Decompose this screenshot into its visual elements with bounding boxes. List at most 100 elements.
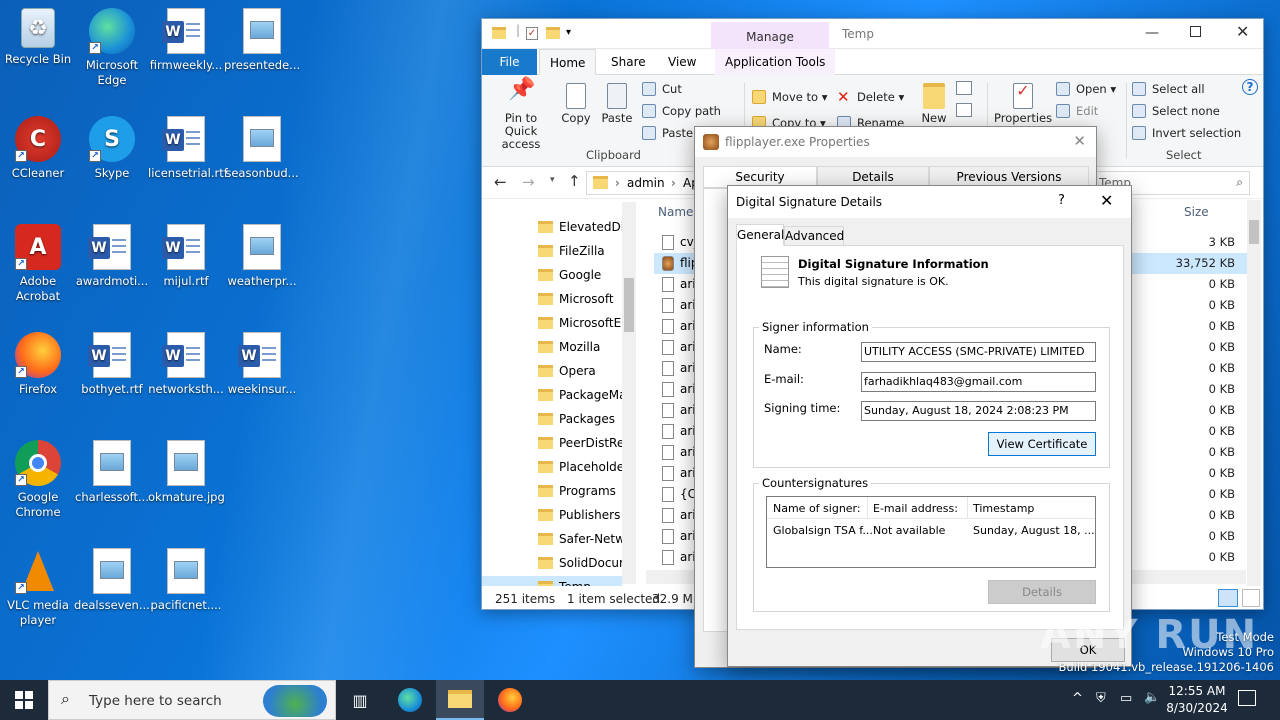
file-list-scrollbar[interactable] [1247,200,1261,586]
desktop-icon-weekinsur[interactable]: W weekinsur... [224,332,300,397]
col-email[interactable]: E-mail address: [873,502,958,515]
column-header-name[interactable]: Name [658,205,693,219]
desktop-icon-networksth[interactable]: W networksth... [148,332,224,397]
tab-view[interactable]: View [658,49,706,75]
qat-dropdown-icon[interactable]: ▾ [566,27,571,38]
close-icon[interactable]: ✕ [1100,191,1113,210]
tab-file[interactable]: File [482,49,537,75]
col-timestamp[interactable]: Timestamp [973,502,1034,515]
taskbar-file-explorer[interactable] [436,680,484,720]
copy-path-button[interactable]: Copy path [642,103,721,119]
tree-scrollbar[interactable] [622,202,636,584]
large-icons-view-icon[interactable] [1242,589,1260,607]
manage-context-tab[interactable]: Manage [711,22,829,49]
col-signer-name[interactable]: Name of signer: [773,502,861,515]
select-none-button[interactable]: Select none [1132,103,1220,119]
tree-item[interactable]: Opera [538,360,622,382]
signing-time-field[interactable]: Sunday, August 18, 2024 2:08:23 PM [861,401,1096,421]
tree-item[interactable]: ElevatedDia [538,216,622,238]
signer-email-field[interactable]: farhadikhlaq483@gmail.com [861,372,1096,392]
tab-home[interactable]: Home [539,49,596,75]
taskbar-search[interactable]: ⌕ Type here to search [48,680,336,720]
details-view-icon[interactable] [1218,589,1238,607]
close-icon[interactable]: ✕ [1236,22,1249,41]
tree-item[interactable]: Temp [482,576,622,586]
table-row[interactable]: Globalsign TSA f... Not available Sunday… [767,521,1095,541]
task-view-button[interactable]: ▥ [336,680,384,720]
desktop-icon-ccleaner[interactable]: C ↗ CCleaner [0,116,76,181]
tree-item[interactable]: PeerDistRep [538,432,622,454]
security-icon[interactable]: ⛨ [1096,691,1106,706]
paste-button[interactable]: Paste [600,83,634,125]
tree-item[interactable]: Safer-Netwo [538,528,622,550]
desktop-icon-awardmoti[interactable]: W awardmoti... [74,224,150,289]
desktop-icon-weatherpr[interactable]: weatherpr... [224,224,300,289]
tree-item[interactable]: FileZilla [538,240,622,262]
minimize-icon[interactable]: — [1145,25,1159,41]
tree-item[interactable]: Microsoft [538,288,622,310]
taskbar-search-input[interactable]: Type here to search [89,693,222,709]
volume-icon[interactable]: 🔈 [1144,690,1160,705]
help-button[interactable]: ? [1058,193,1065,208]
signer-name-field[interactable]: UTILITY ACCESS (SMC-PRIVATE) LIMITED [861,342,1096,362]
start-button[interactable] [0,680,48,720]
tree-item[interactable]: MicrosoftEc [538,312,622,334]
help-icon[interactable]: ? [1242,79,1258,95]
desktop-icon-acrobat[interactable]: A ↗ Adobe Acrobat [0,224,76,304]
chevron-up-icon[interactable]: ^ [1072,691,1083,706]
desktop-icon-seasonbud[interactable]: seasonbud... [224,116,300,181]
tree-item[interactable]: Publishers [538,504,622,526]
desktop-icon-edge[interactable]: ↗ Microsoft Edge [74,8,150,88]
tree-item[interactable]: PackageMa [538,384,622,406]
desktop-icon-firefox[interactable]: ↗ Firefox [0,332,76,397]
desktop-icon-chrome[interactable]: ↗ Google Chrome [0,440,76,520]
desktop-icon-bothyet[interactable]: W bothyet.rtf [74,332,150,397]
tree-item[interactable]: Placeholder [538,456,622,478]
new-folder-qat-icon[interactable] [546,27,560,39]
tree-item[interactable]: Packages [538,408,622,430]
tree-item[interactable]: Google [538,264,622,286]
tab-general[interactable]: General [736,224,784,246]
desktop-icon-firmweekly[interactable]: W firmweekly... [148,8,224,73]
copy-button[interactable]: Copy [558,83,594,125]
desktop-icon-dealsseven[interactable]: dealsseven.... [74,548,153,613]
back-icon[interactable]: ← [494,173,507,191]
new-folder-button[interactable]: New [918,83,950,125]
desktop-icon-vlc[interactable]: ↗ VLC media player [0,548,76,628]
properties-qat-icon[interactable]: ✓ [526,27,538,40]
tab-advanced[interactable]: Advanced [784,226,844,246]
tree-item[interactable]: SolidDocum [538,552,622,574]
desktop-icon-recycle-bin[interactable]: ♻ Recycle Bin [0,8,76,67]
desktop-icon-presentede[interactable]: presentede... [224,8,300,73]
tab-application-tools[interactable]: Application Tools [715,49,836,75]
properties-button[interactable]: ✓ Properties [994,83,1052,125]
desktop-icon-charlessoft[interactable]: charlessoft... [74,440,150,505]
open-button[interactable]: Open ▾ [1056,81,1116,97]
invert-selection-button[interactable]: Invert selection [1132,125,1241,141]
desktop-icon-okmature[interactable]: okmature.jpg [148,440,225,505]
up-icon[interactable]: ↑ [568,172,581,190]
scrollbar-thumb[interactable] [624,278,634,332]
desktop-icon-skype[interactable]: S ↗ Skype [74,116,150,181]
desktop-icon-mijul[interactable]: W mijul.rtf [148,224,224,289]
notifications-icon[interactable] [1238,690,1256,706]
tree-item[interactable]: Programs [538,480,622,502]
column-header-size[interactable]: Size [1184,205,1209,219]
cut-button[interactable]: Cut [642,81,682,97]
taskbar-edge[interactable] [386,680,434,720]
view-certificate-button[interactable]: View Certificate [988,432,1096,456]
forward-icon[interactable]: → [522,173,535,191]
tab-share[interactable]: Share [601,49,656,75]
taskbar-firefox[interactable] [486,680,534,720]
breadcrumb-admin[interactable]: admin [627,176,665,190]
delete-button[interactable]: ✕ Delete ▾ [837,89,904,105]
desktop-icon-licensetrial[interactable]: W licensetrial.rtf [148,116,228,181]
details-button[interactable]: Details [988,580,1096,604]
clock[interactable]: 12:55 AM 8/30/2024 [1164,683,1230,717]
easy-access-button[interactable] [956,103,978,117]
network-icon[interactable]: ▭ [1120,691,1132,706]
edit-button[interactable]: Edit [1056,103,1098,119]
close-icon[interactable]: ✕ [1073,132,1086,150]
select-all-button[interactable]: Select all [1132,81,1205,97]
recent-dropdown-icon[interactable]: ▾ [550,175,555,185]
